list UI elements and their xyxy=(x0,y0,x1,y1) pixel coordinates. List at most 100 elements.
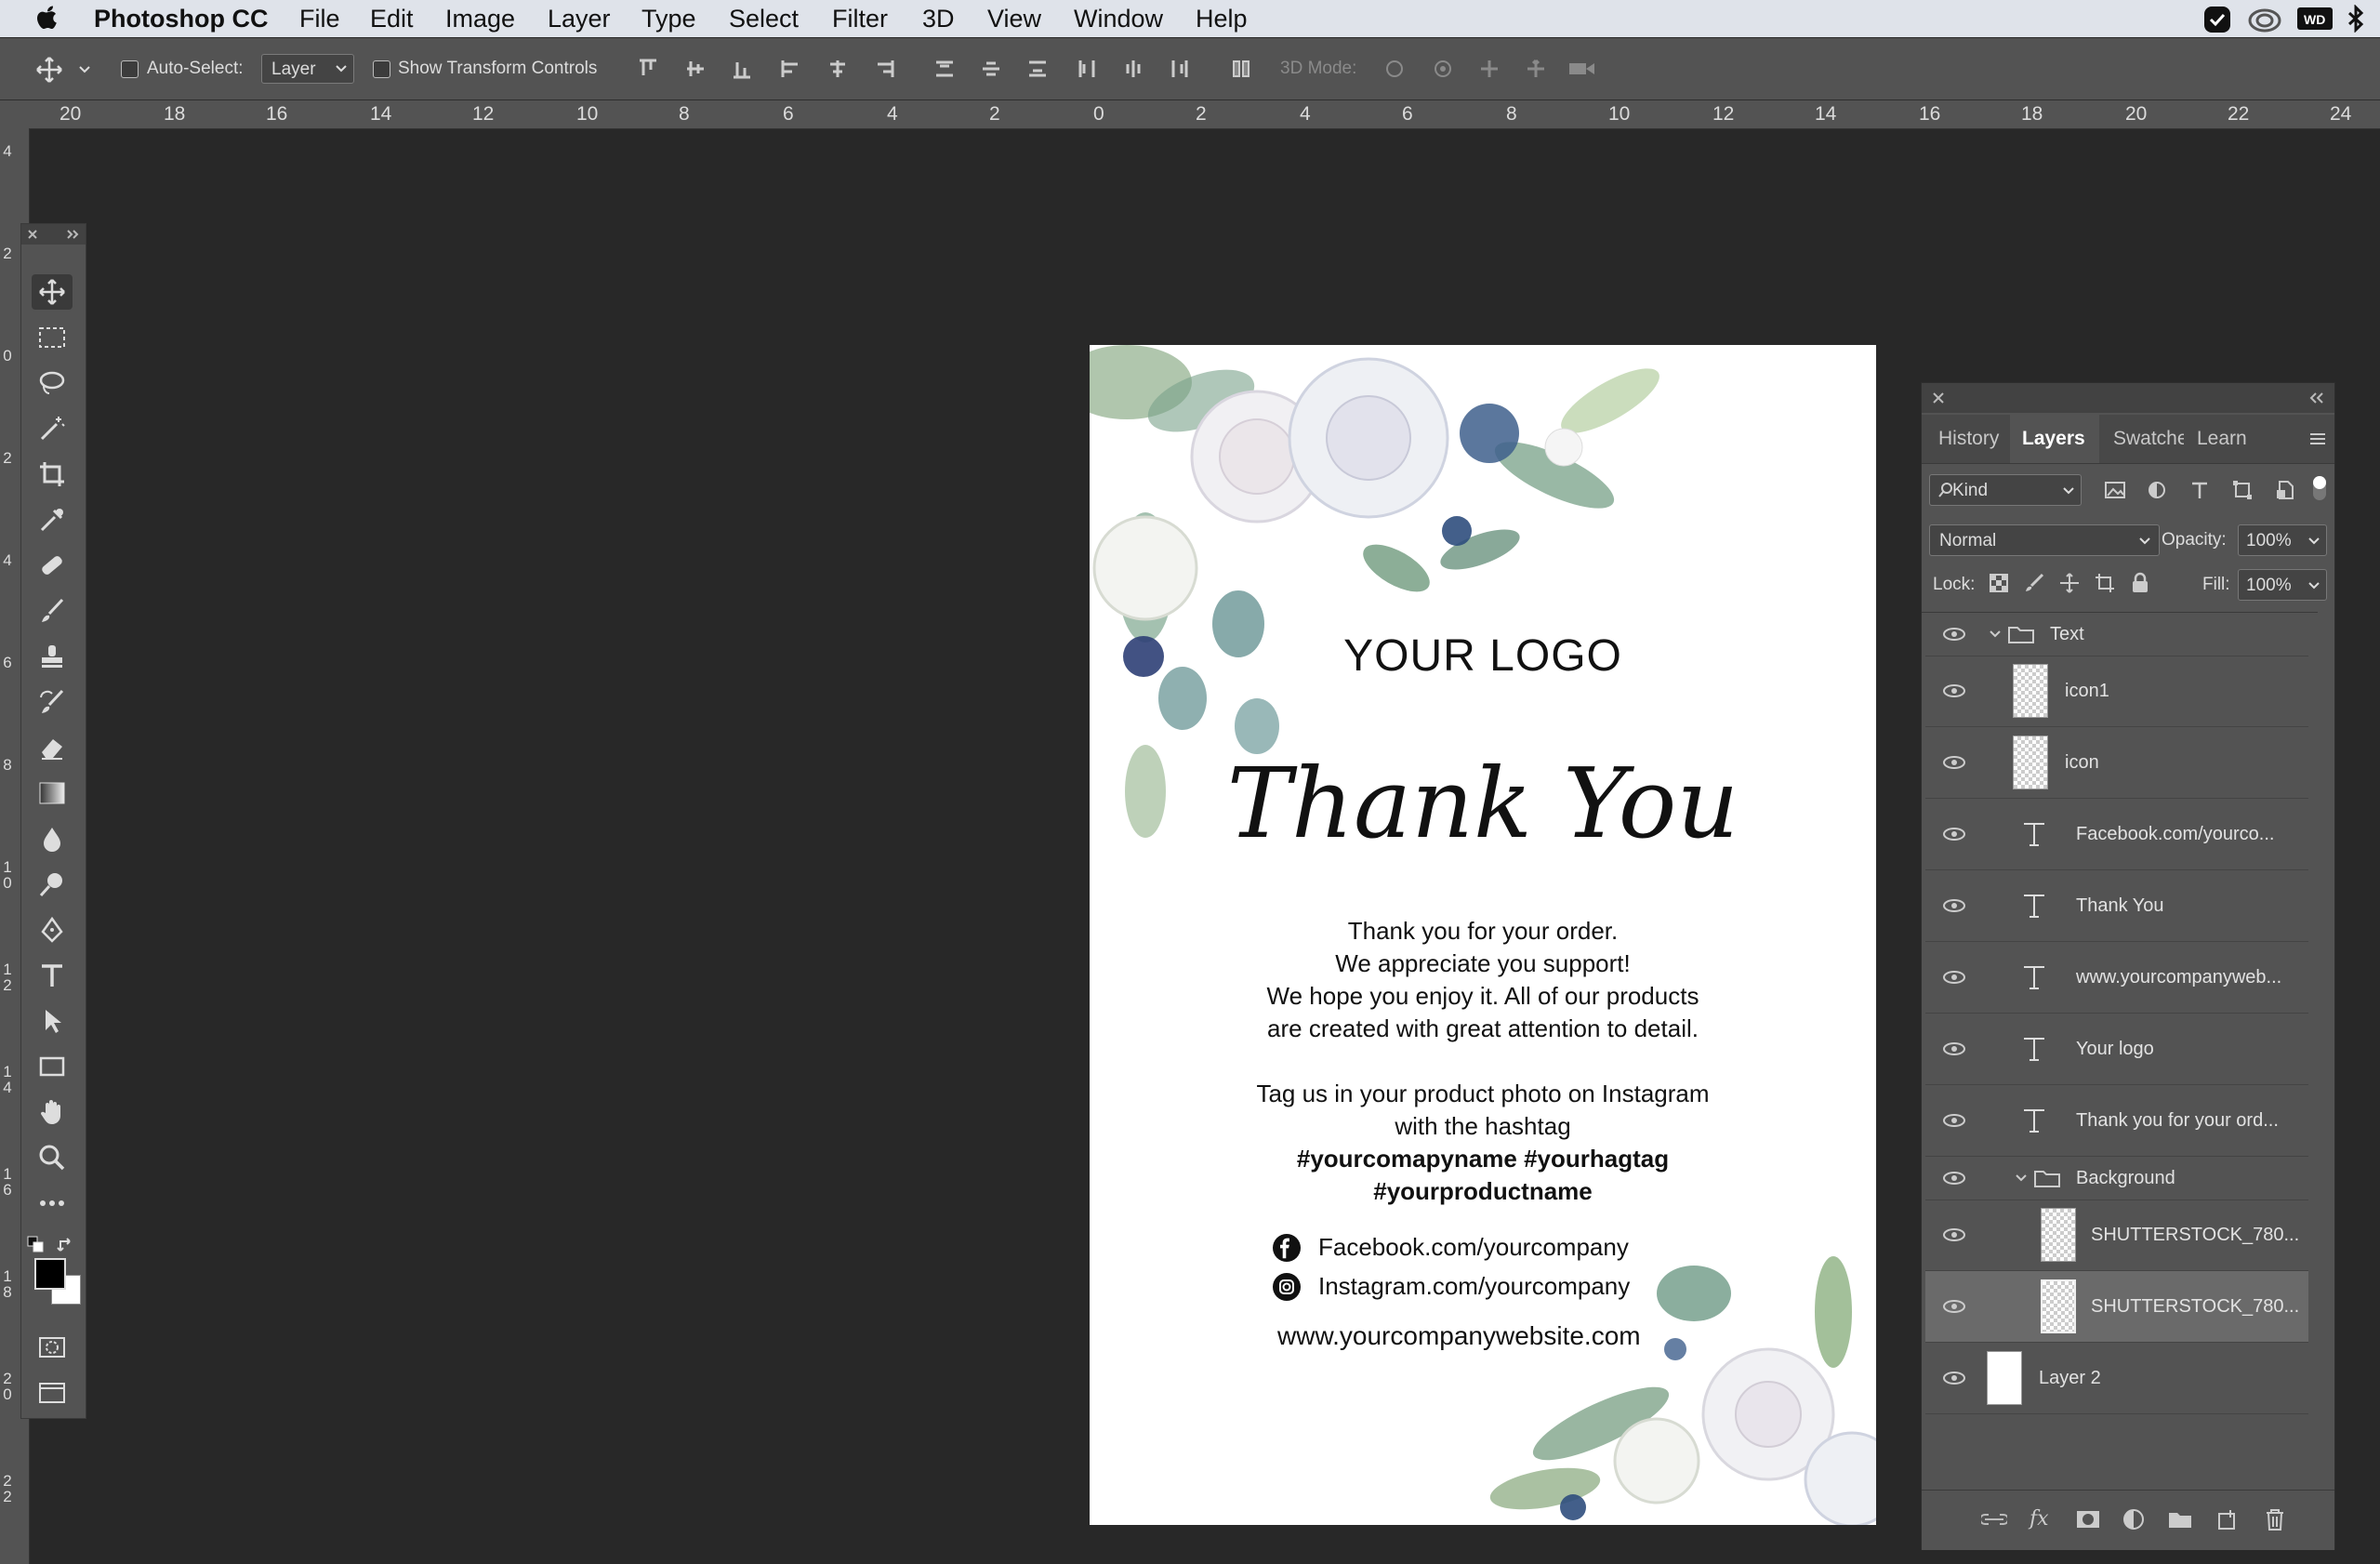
path-selection-tool[interactable] xyxy=(32,1003,73,1039)
auto-select-dropdown[interactable]: Layer xyxy=(261,54,354,84)
distribute-vcenter-icon[interactable] xyxy=(981,59,1001,79)
layer-row-selected[interactable]: SHUTTERSTOCK_780... xyxy=(1925,1271,2308,1343)
align-vcenter-icon[interactable] xyxy=(685,59,706,79)
3d-scale-icon[interactable] xyxy=(1567,59,1597,79)
healing-brush-tool[interactable] xyxy=(32,548,73,583)
distribute-bottom-icon[interactable] xyxy=(1027,59,1048,79)
adjustment-layer-icon[interactable] xyxy=(2122,1508,2145,1531)
app-name-menu[interactable]: Photoshop CC xyxy=(94,5,268,33)
transform-controls-checkbox[interactable] xyxy=(373,60,390,78)
distribute-right-icon[interactable] xyxy=(1170,59,1190,79)
collapse-icon[interactable] xyxy=(2308,391,2325,405)
close-icon[interactable] xyxy=(1931,391,1946,405)
default-colors-icon[interactable] xyxy=(27,1236,44,1253)
apple-icon[interactable] xyxy=(33,4,60,33)
layer-row[interactable]: Thank you for your ord... xyxy=(1925,1085,2308,1157)
blur-tool[interactable] xyxy=(32,821,73,856)
eye-icon[interactable] xyxy=(1942,1171,1966,1186)
menu-filter[interactable]: Filter xyxy=(832,5,888,33)
zoom-tool[interactable] xyxy=(32,1140,73,1175)
tab-layers[interactable]: Layers xyxy=(2022,415,2085,463)
menu-3d[interactable]: 3D xyxy=(922,5,955,33)
tab-swatches[interactable]: Swatche xyxy=(2113,415,2184,463)
align-bottom-icon[interactable] xyxy=(732,59,752,79)
lock-position-icon[interactable] xyxy=(2059,573,2080,593)
lock-pixels-icon[interactable] xyxy=(2024,573,2044,593)
filter-kind-dropdown[interactable]: Kind xyxy=(1929,474,2082,506)
align-left-icon[interactable] xyxy=(781,59,801,79)
fx-icon[interactable]: fx xyxy=(2030,1507,2049,1531)
foreground-color-swatch[interactable] xyxy=(34,1258,66,1290)
eye-icon[interactable] xyxy=(1942,1041,1966,1056)
opacity-input[interactable]: 100% xyxy=(2238,524,2327,556)
type-tool[interactable] xyxy=(32,958,73,993)
bluetooth-icon[interactable] xyxy=(2347,5,2365,33)
3d-pan-icon[interactable] xyxy=(1476,59,1502,79)
trash-icon[interactable] xyxy=(2264,1507,2286,1531)
filter-smart-object-icon[interactable] xyxy=(2275,480,2295,500)
menu-type[interactable]: Type xyxy=(641,5,696,33)
menu-edit[interactable]: Edit xyxy=(370,5,414,33)
quick-mask-button[interactable] xyxy=(32,1330,73,1365)
menu-window[interactable]: Window xyxy=(1074,5,1163,33)
blend-mode-dropdown[interactable]: Normal xyxy=(1929,524,2160,556)
more-tools[interactable] xyxy=(32,1186,73,1221)
eye-icon[interactable] xyxy=(1942,1227,1966,1242)
eye-icon[interactable] xyxy=(1942,683,1966,698)
eye-icon[interactable] xyxy=(1942,970,1966,985)
eye-icon[interactable] xyxy=(1942,827,1966,842)
auto-select-checkbox[interactable] xyxy=(121,60,139,78)
3d-roll-icon[interactable] xyxy=(1430,59,1456,79)
checkmark-status-icon[interactable] xyxy=(2203,6,2231,33)
layer-mask-icon[interactable] xyxy=(2076,1509,2100,1530)
lasso-tool[interactable] xyxy=(32,365,73,401)
menu-view[interactable]: View xyxy=(987,5,1041,33)
layer-row[interactable]: icon1 xyxy=(1925,656,2308,727)
crop-tool[interactable] xyxy=(32,457,73,492)
align-right-icon[interactable] xyxy=(874,59,894,79)
eye-icon[interactable] xyxy=(1942,1371,1966,1385)
layer-row[interactable]: Layer 2 xyxy=(1925,1343,2308,1414)
horizontal-ruler[interactable]: 20 18 16 14 12 10 8 6 4 2 0 2 4 6 8 10 1… xyxy=(0,100,2380,129)
align-top-icon[interactable] xyxy=(638,59,658,79)
history-brush-tool[interactable] xyxy=(32,684,73,720)
distribute-hcenter-icon[interactable] xyxy=(1123,59,1144,79)
filter-toggle[interactable] xyxy=(2313,476,2326,500)
eye-icon[interactable] xyxy=(1942,755,1966,770)
creative-cloud-icon[interactable] xyxy=(2248,6,2281,33)
tab-learn[interactable]: Learn xyxy=(2197,415,2247,463)
filter-pixel-icon[interactable] xyxy=(2104,480,2126,500)
document-canvas[interactable]: YOUR LOGO Thank You Thank you for your o… xyxy=(1090,345,1876,1525)
eye-icon[interactable] xyxy=(1942,627,1966,642)
eye-icon[interactable] xyxy=(1942,898,1966,913)
eraser-tool[interactable] xyxy=(32,730,73,765)
layer-row[interactable]: Facebook.com/yourco... xyxy=(1925,799,2308,870)
lock-artboard-icon[interactable] xyxy=(2095,573,2115,593)
hand-tool[interactable] xyxy=(32,1094,73,1130)
move-tool-icon[interactable] xyxy=(35,56,63,84)
layer-row[interactable]: Thank You xyxy=(1925,870,2308,942)
eyedropper-tool[interactable] xyxy=(32,502,73,537)
3d-slide-icon[interactable] xyxy=(1523,59,1549,79)
layer-row[interactable]: SHUTTERSTOCK_780... xyxy=(1925,1200,2308,1271)
menu-image[interactable]: Image xyxy=(445,5,515,33)
filter-adjustment-icon[interactable] xyxy=(2147,480,2167,500)
link-layers-icon[interactable] xyxy=(1981,1509,2007,1530)
brush-tool[interactable] xyxy=(32,593,73,629)
menu-file[interactable]: File xyxy=(299,5,340,33)
new-group-icon[interactable] xyxy=(2167,1509,2193,1530)
tab-history[interactable]: History xyxy=(1938,415,1999,463)
dodge-tool[interactable] xyxy=(32,867,73,902)
clone-stamp-tool[interactable] xyxy=(32,639,73,674)
chevron-down-icon[interactable] xyxy=(1989,630,2002,639)
menu-help[interactable]: Help xyxy=(1196,5,1248,33)
eye-icon[interactable] xyxy=(1942,1113,1966,1128)
lock-all-icon[interactable] xyxy=(2130,572,2150,594)
layer-group-row[interactable]: Background xyxy=(1925,1157,2308,1200)
pen-tool[interactable] xyxy=(32,912,73,948)
marquee-tool[interactable] xyxy=(32,320,73,355)
magic-wand-tool[interactable] xyxy=(32,411,73,446)
distribute-top-icon[interactable] xyxy=(934,59,955,79)
menu-select[interactable]: Select xyxy=(729,5,799,33)
filter-shape-icon[interactable] xyxy=(2232,480,2253,500)
